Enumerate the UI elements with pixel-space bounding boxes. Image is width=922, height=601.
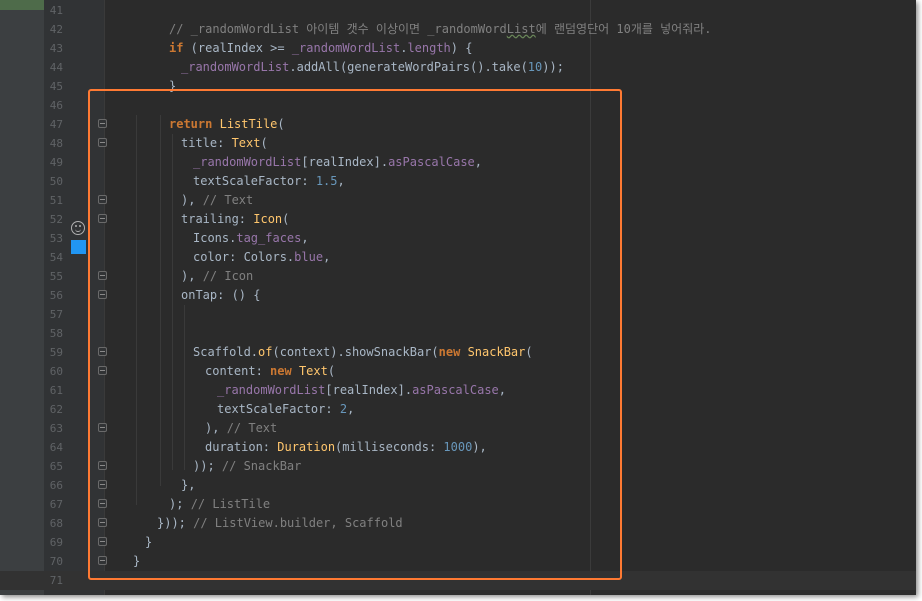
smiley-face-icon[interactable] xyxy=(71,221,85,235)
line-number: 42 xyxy=(49,23,63,36)
line-number: 46 xyxy=(49,99,63,112)
code-token: length xyxy=(407,41,451,55)
line-number: 69 xyxy=(49,536,63,549)
line-number: 65 xyxy=(49,460,63,473)
line-number: 58 xyxy=(49,327,63,340)
code-token: ) { xyxy=(450,41,473,55)
code-token: // _randomWordList 아이템 갯수 이상이면 _randomWo… xyxy=(169,22,507,36)
code-token: _randomWordList xyxy=(181,60,290,74)
line-number: 51 xyxy=(49,194,63,207)
line-number: 68 xyxy=(49,517,63,530)
line-number: 45 xyxy=(49,80,63,93)
code-line[interactable]: 41 xyxy=(0,1,916,20)
line-number: 49 xyxy=(49,156,63,169)
line-number: 62 xyxy=(49,403,63,416)
code-token: if xyxy=(169,41,184,55)
line-number: 54 xyxy=(49,251,63,264)
line-number: 48 xyxy=(49,137,63,150)
line-number: 66 xyxy=(49,479,63,492)
line-number: 52 xyxy=(49,213,63,226)
line-number: 50 xyxy=(49,175,63,188)
code-token: (realIndex >= xyxy=(183,41,292,55)
line-number: 43 xyxy=(49,42,63,55)
line-number: 41 xyxy=(49,4,63,17)
line-number: 44 xyxy=(49,61,63,74)
line-number: 57 xyxy=(49,308,63,321)
line-number: 71 xyxy=(49,574,63,587)
line-number: 61 xyxy=(49,384,63,397)
code-text: _randomWordList.addAll(generateWordPairs… xyxy=(181,58,564,77)
highlight-box xyxy=(88,89,622,580)
code-text: // _randomWordList 아이템 갯수 이상이면 _randomWo… xyxy=(169,20,712,39)
line-number: 55 xyxy=(49,270,63,283)
code-line[interactable]: 42 // _randomWordList 아이템 갯수 이상이면 _random… xyxy=(0,20,916,39)
code-token: _randomWordList xyxy=(291,41,401,55)
line-number: 63 xyxy=(49,422,63,435)
line-number: 60 xyxy=(49,365,63,378)
code-token: )); xyxy=(542,60,564,74)
code-token: .addAll(generateWordPairs().take( xyxy=(289,60,528,74)
line-number: 70 xyxy=(49,555,63,568)
blue-color-swatch-icon[interactable] xyxy=(71,240,86,254)
line-number: 59 xyxy=(49,346,63,359)
line-number: 64 xyxy=(49,441,63,454)
line-number: 56 xyxy=(49,289,63,302)
code-token: List xyxy=(506,22,536,36)
code-line[interactable]: 44 _randomWordList.addAll(generateWordPai… xyxy=(0,58,916,77)
line-number: 47 xyxy=(49,118,63,131)
code-line[interactable]: 43 if (realIndex >= _randomWordList.lengt… xyxy=(0,39,916,58)
code-token: 에 랜덤영단어 10개를 넣어줘라. xyxy=(535,22,712,36)
code-editor[interactable]: 41 42 // _randomWordList 아이템 갯수 이상이면 _rand… xyxy=(0,0,916,595)
line-number: 53 xyxy=(49,232,63,245)
line-number: 67 xyxy=(49,498,63,511)
code-text: if (realIndex >= _randomWordList.length)… xyxy=(169,39,472,58)
code-token: 10 xyxy=(527,60,543,74)
